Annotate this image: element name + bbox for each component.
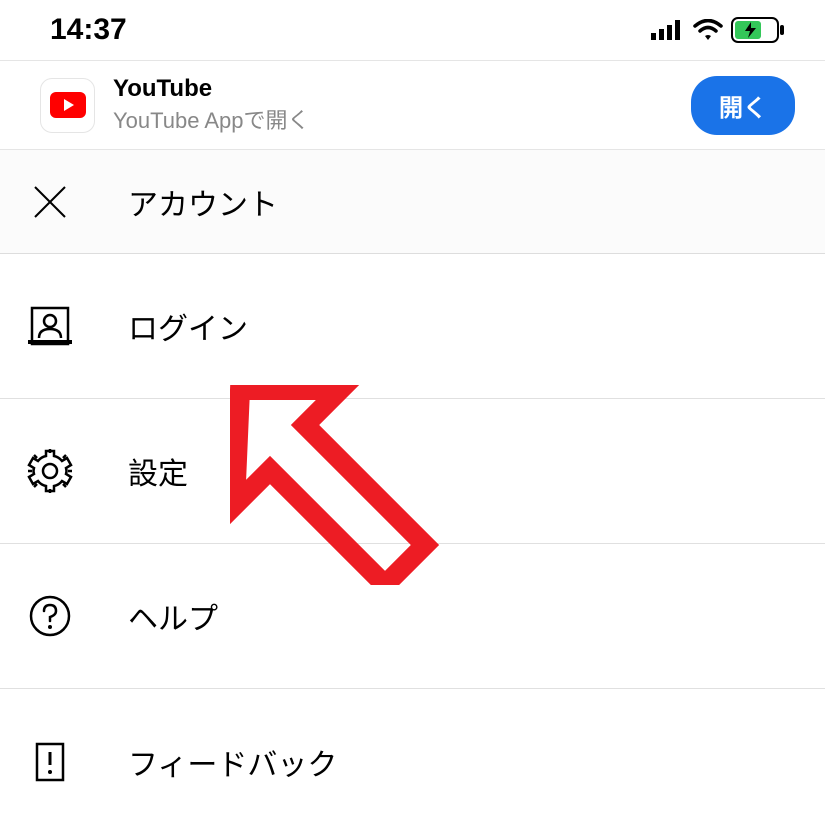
app-subtitle: YouTube Appで開く	[113, 103, 691, 135]
help-icon	[20, 594, 80, 638]
menu-label-settings: 設定	[128, 449, 188, 493]
menu-item-login[interactable]: ログイン	[0, 254, 825, 399]
page-header: アカウント	[0, 150, 825, 254]
wifi-icon	[693, 19, 723, 41]
app-info: YouTube YouTube Appで開く	[113, 75, 691, 135]
menu-item-help[interactable]: ヘルプ	[0, 544, 825, 689]
menu-label-feedback: フィードバック	[128, 740, 337, 784]
status-time: 14:37	[50, 13, 127, 47]
menu-item-settings[interactable]: 設定	[0, 399, 825, 544]
open-app-button[interactable]: 開く	[691, 76, 795, 135]
youtube-app-icon	[40, 78, 95, 133]
menu-section: ログイン 設定 ヘルプ	[0, 254, 825, 834]
status-icons	[651, 17, 785, 43]
battery-icon	[731, 17, 785, 43]
menu-label-login: ログイン	[128, 304, 248, 348]
close-icon[interactable]	[20, 182, 80, 222]
menu-item-feedback[interactable]: フィードバック	[0, 689, 825, 834]
status-bar: 14:37	[0, 0, 825, 60]
login-icon	[20, 304, 80, 348]
menu-label-help: ヘルプ	[128, 594, 218, 638]
feedback-icon	[20, 740, 80, 784]
app-banner: YouTube YouTube Appで開く 開く	[0, 60, 825, 150]
cellular-icon	[651, 20, 685, 40]
gear-icon	[20, 448, 80, 494]
page-title: アカウント	[128, 180, 278, 224]
app-title: YouTube	[113, 75, 691, 103]
